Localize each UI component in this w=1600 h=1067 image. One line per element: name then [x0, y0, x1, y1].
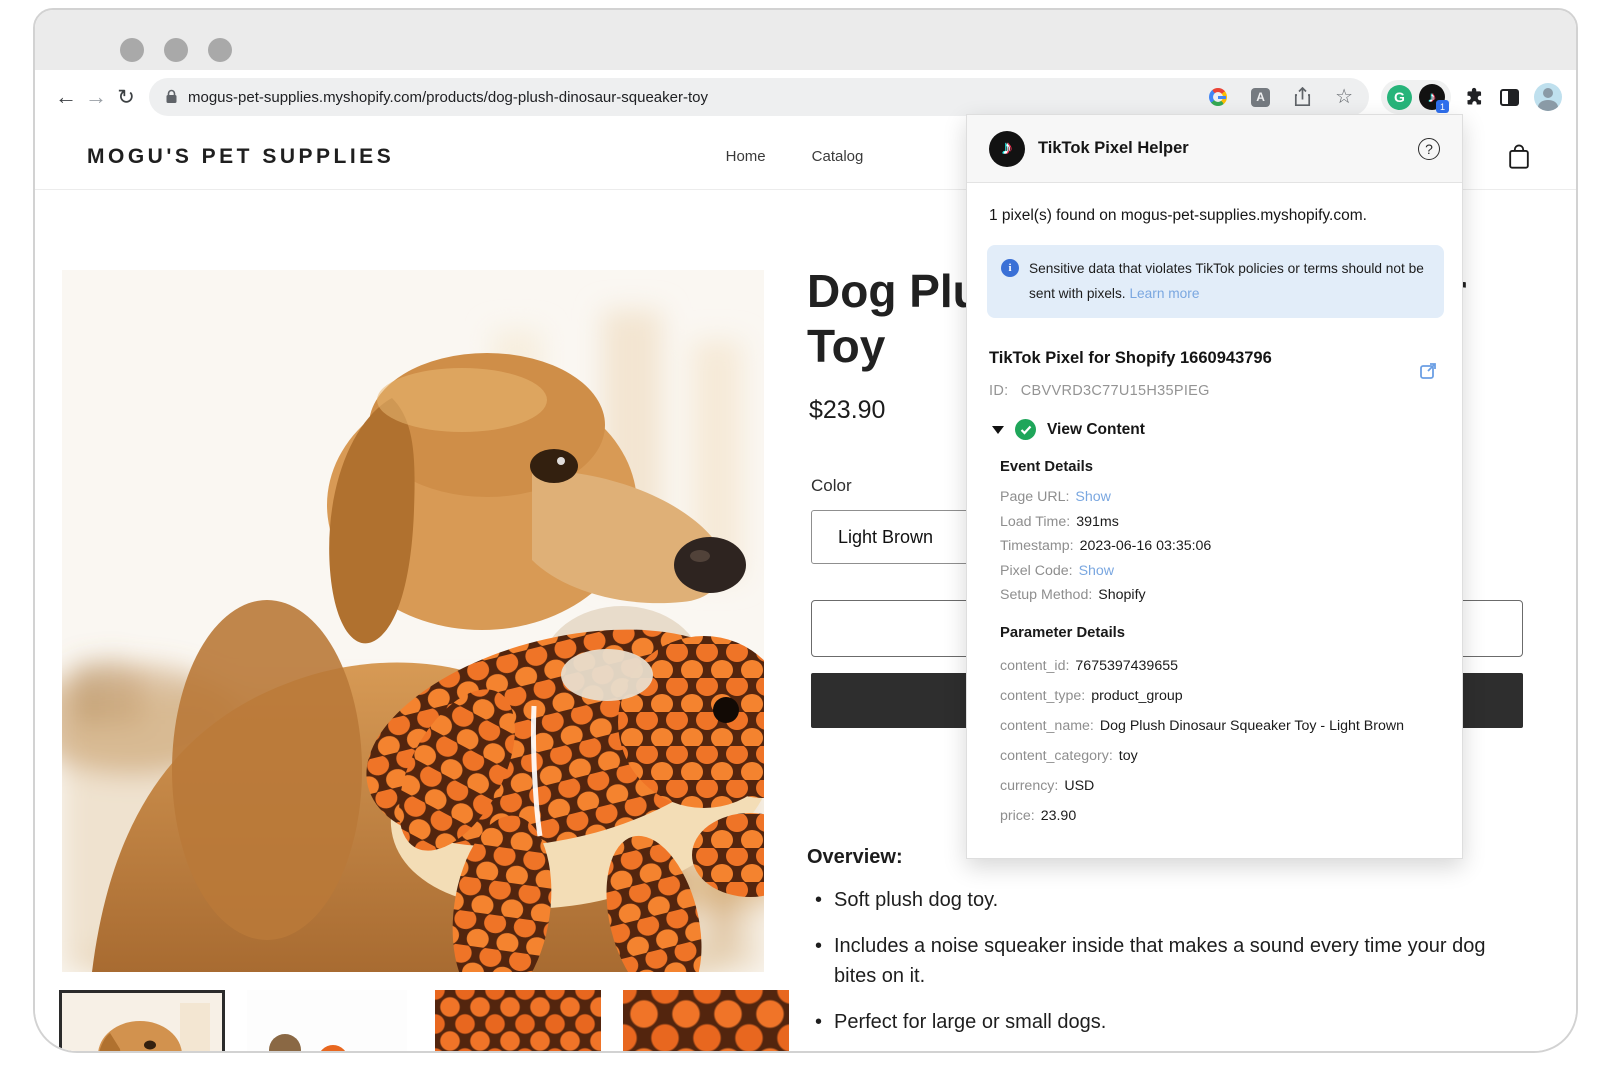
window-close-button[interactable] [120, 38, 144, 62]
shop-nav: Home Catalog [726, 148, 864, 165]
side-panel-icon[interactable] [1500, 88, 1519, 106]
pinned-extensions: G ♪ 1 [1381, 80, 1451, 114]
row-value: product_group [1091, 688, 1183, 704]
external-link-icon[interactable] [1418, 361, 1438, 381]
row-label: Pixel Code: [1000, 562, 1073, 579]
extensions-puzzle-icon[interactable] [1464, 87, 1485, 108]
sensitive-data-notice: i Sensitive data that violates TikTok po… [987, 245, 1444, 319]
event-details-rows: Page URL: Show Load Time: 391ms Timestamp:… [1000, 485, 1211, 608]
row-value: toy [1118, 748, 1138, 764]
overview-bullet: Soft plush dog toy. [807, 885, 1523, 915]
cart-bag-icon[interactable] [1506, 142, 1532, 172]
popup-header: ♪ TikTok Pixel Helper ? [967, 115, 1462, 183]
product-overview: Overview: Soft plush dog toy. Includes a… [807, 846, 1523, 1051]
row-label: Setup Method: [1000, 587, 1093, 603]
popup-title: TikTok Pixel Helper [1038, 139, 1189, 157]
row-label: currency: [1000, 778, 1059, 794]
bookmark-star-icon[interactable]: ☆ [1335, 87, 1353, 107]
profile-avatar[interactable] [1534, 83, 1562, 111]
row-label: content_id: [1000, 658, 1070, 674]
product-thumbnail-4[interactable] [623, 990, 789, 1051]
row-value: Dog Plush Dinosaur Squeaker Toy - Light … [1099, 718, 1405, 734]
page-url-show-link[interactable]: Show [1075, 489, 1111, 505]
row-value: 391ms [1076, 513, 1119, 530]
color-option-label: Color [811, 476, 852, 495]
back-icon[interactable]: ← [51, 84, 81, 110]
row-label: Load Time: [1000, 513, 1071, 530]
pixel-id-row: ID: CBVVRD3C77U15H35PIEG [989, 383, 1210, 399]
row-label: price: [1000, 808, 1035, 824]
sensitive-data-text: Sensitive data that violates TikTok poli… [1029, 261, 1424, 301]
tiktok-pixel-helper-extension-icon[interactable]: ♪ 1 [1419, 84, 1449, 113]
product-thumbnail-3[interactable] [435, 990, 601, 1051]
row-value: USD [1064, 778, 1095, 794]
window-titlebar [35, 10, 1576, 70]
nav-catalog-link[interactable]: Catalog [812, 148, 864, 165]
event-name: View Content [1047, 420, 1145, 438]
window-zoom-button[interactable] [208, 38, 232, 62]
shop-logo[interactable]: MOGU'S PET SUPPLIES [87, 145, 394, 169]
browser-window: ← → ↻ mogus-pet-supplies.myshopify.com/p… [33, 8, 1578, 1053]
learn-more-link[interactable]: Learn more [1129, 286, 1199, 301]
row-label: content_category: [1000, 748, 1113, 764]
forward-icon[interactable]: → [81, 84, 111, 110]
chevron-down-icon[interactable] [992, 425, 1004, 434]
success-check-icon [1015, 419, 1036, 440]
pixels-found-message: 1 pixel(s) found on mogus-pet-supplies.m… [989, 207, 1367, 224]
pixel-id-value: CBVVRD3C77U15H35PIEG [1020, 383, 1210, 399]
google-icon[interactable] [1209, 88, 1228, 106]
event-details-heading: Event Details [1000, 459, 1093, 475]
product-main-image[interactable] [62, 270, 764, 972]
url-text[interactable]: mogus-pet-supplies.myshopify.com/product… [188, 89, 708, 106]
translate-icon[interactable]: A [1251, 87, 1271, 107]
product-thumbnail-2[interactable] [247, 990, 413, 1051]
row-value: 7675397439655 [1075, 658, 1178, 674]
parameter-details-rows: content_id: 7675397439655 content_type: pr… [1000, 651, 1404, 831]
overview-bullet: Perfect for large or small dogs. [807, 1007, 1523, 1037]
product-price: $23.90 [809, 396, 886, 424]
pixel-code-show-link[interactable]: Show [1079, 563, 1115, 579]
row-value: 23.90 [1040, 808, 1077, 824]
grammarly-extension-icon[interactable]: G [1387, 84, 1412, 110]
reload-icon[interactable]: ↻ [111, 85, 141, 110]
window-minimize-button[interactable] [164, 38, 188, 62]
pixel-id-label: ID: [989, 383, 1009, 399]
row-label: content_name: [1000, 718, 1094, 734]
event-row[interactable]: View Content [992, 419, 1145, 440]
tiktok-pixel-helper-popup: ♪ TikTok Pixel Helper ? 1 pixel(s) found… [966, 114, 1463, 859]
row-label: Page URL: [1000, 489, 1070, 505]
color-select-value: Light Brown [838, 526, 934, 547]
address-bar[interactable]: mogus-pet-supplies.myshopify.com/product… [149, 78, 1369, 116]
share-icon[interactable] [1294, 87, 1311, 107]
row-value: 2023-06-16 03:35:06 [1079, 538, 1212, 554]
help-icon[interactable]: ? [1418, 137, 1440, 160]
row-label: Timestamp: [1000, 538, 1074, 554]
lock-icon [165, 89, 178, 105]
row-value: Shopify [1098, 587, 1146, 603]
tiktok-logo-icon: ♪ [989, 130, 1025, 167]
product-thumbnail-1[interactable] [59, 990, 225, 1051]
parameter-details-heading: Parameter Details [1000, 625, 1126, 641]
extension-badge: 1 [1436, 100, 1449, 113]
pixel-name: TikTok Pixel for Shopify 1660943796 [989, 349, 1272, 367]
row-label: content_type: [1000, 688, 1086, 704]
overview-bullet: Includes a noise squeaker inside that ma… [807, 931, 1523, 991]
nav-home-link[interactable]: Home [726, 148, 766, 165]
info-icon: i [1001, 259, 1019, 277]
